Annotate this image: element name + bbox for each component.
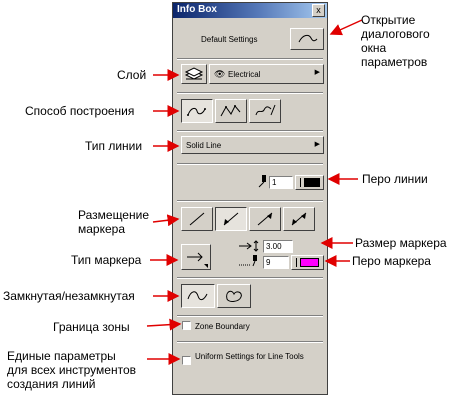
separator <box>177 130 323 132</box>
layer-dropdown[interactable]: 👁 Electrical ▶ <box>209 64 324 84</box>
open-settings-dialog-button[interactable] <box>290 28 324 50</box>
marker-pen-icon <box>239 255 257 267</box>
annotation-line: диалогового <box>361 27 430 41</box>
annotation-line: параметров <box>361 55 428 69</box>
annotation-line-type: Тип линии <box>85 139 143 153</box>
line-start-marker-icon <box>223 212 239 226</box>
annotation-open-dialog: Открытие диалогового окна параметров <box>361 13 430 69</box>
layer-value: Electrical <box>228 70 261 79</box>
marker-pen-color-swatch <box>300 258 319 267</box>
line-tool-icon <box>298 34 318 43</box>
line-pen-color-button[interactable] <box>295 175 324 190</box>
marker-size-field[interactable]: 3.00 <box>263 240 293 253</box>
open-curve-icon <box>187 291 208 301</box>
annotation-marker-type: Тип маркера <box>71 253 142 267</box>
freehand-line-icon <box>255 104 276 116</box>
eye-icon: 👁 <box>214 69 226 79</box>
line-type-value: Solid Line <box>186 141 222 150</box>
annotation-line: Размещение <box>78 208 149 222</box>
close-icon: x <box>316 5 321 15</box>
arrow-open-dialog <box>329 19 363 36</box>
default-settings-label: Default Settings <box>201 35 258 44</box>
closed-curve-icon <box>226 290 242 302</box>
annotation-line-pen: Перо линии <box>362 172 428 186</box>
separator <box>177 277 323 279</box>
annotation-marker-size: Размер маркера <box>355 236 447 250</box>
annotation-marker-placement: Размещение маркера <box>78 208 149 236</box>
annotation-zone-boundary: Граница зоны <box>53 320 130 334</box>
marker-end-button[interactable] <box>249 207 281 231</box>
construction-chained-button[interactable] <box>215 99 247 123</box>
separator <box>177 163 323 165</box>
dropdown-arrow-icon: ▶ <box>314 69 320 76</box>
marker-both-button[interactable] <box>283 207 315 231</box>
construction-single-button[interactable] <box>181 99 213 123</box>
annotation-uniform: Единые параметры для всех инструментов с… <box>7 349 136 391</box>
pen-icon <box>258 175 266 188</box>
annotation-line: Открытие <box>361 13 416 27</box>
annotation-line: создания линий <box>7 377 96 391</box>
line-pen-number-field[interactable]: 1 <box>269 176 293 189</box>
marker-pen-number-field[interactable]: 9 <box>263 256 289 269</box>
line-type-dropdown[interactable]: Solid Line ▶ <box>181 136 324 154</box>
annotation-layer: Слой <box>117 68 147 82</box>
annotation-line: окна <box>361 41 387 55</box>
marker-start-button[interactable] <box>215 207 247 231</box>
annotation-closed-open: Замкнутая/незамкнутая <box>3 289 135 303</box>
marker-pen-value: 9 <box>266 258 271 267</box>
info-box-panel: Info Box x Default Settings 👁 Electrical… <box>172 2 328 395</box>
zone-boundary-checkbox[interactable] <box>182 321 191 330</box>
close-button[interactable]: x <box>312 4 325 17</box>
line-pen-value: 1 <box>272 178 277 187</box>
separator <box>177 315 323 317</box>
annotation-line: маркера <box>78 222 126 236</box>
marker-none-button[interactable] <box>181 207 213 231</box>
marker-size-value: 3.00 <box>266 242 282 251</box>
separator <box>177 58 323 60</box>
line-end-marker-icon <box>257 212 273 226</box>
window-title: Info Box <box>177 4 217 15</box>
closed-line-button[interactable] <box>217 284 251 308</box>
line-pen-color-swatch <box>304 178 320 187</box>
title-bar[interactable]: Info Box x <box>173 3 327 18</box>
separator <box>177 92 323 94</box>
dropdown-arrow-icon: ▶ <box>314 141 320 148</box>
annotation-line: Единые параметры <box>7 349 116 363</box>
chained-line-icon <box>220 105 241 117</box>
open-line-button[interactable] <box>181 284 215 308</box>
single-line-icon <box>187 107 206 116</box>
layer-settings-button[interactable] <box>181 64 207 84</box>
uniform-settings-label: Uniform Settings for Line Tools <box>195 352 304 361</box>
annotation-line: для всех инструментов <box>7 363 137 377</box>
annotation-construction: Способ построения <box>25 104 135 118</box>
uniform-settings-checkbox[interactable] <box>182 356 191 365</box>
marker-arrow-icon <box>187 252 208 268</box>
separator <box>177 341 323 343</box>
marker-type-button[interactable] <box>181 244 211 270</box>
layers-icon <box>184 67 204 80</box>
marker-size-icon <box>239 240 259 252</box>
construction-freehand-button[interactable] <box>249 99 281 123</box>
line-both-markers-icon <box>291 212 307 226</box>
annotation-marker-pen: Перо маркера <box>352 254 431 268</box>
separator <box>177 200 323 202</box>
line-no-marker-icon <box>189 212 205 226</box>
zone-boundary-label: Zone Boundary <box>195 322 250 331</box>
marker-pen-color-button[interactable] <box>291 255 324 270</box>
